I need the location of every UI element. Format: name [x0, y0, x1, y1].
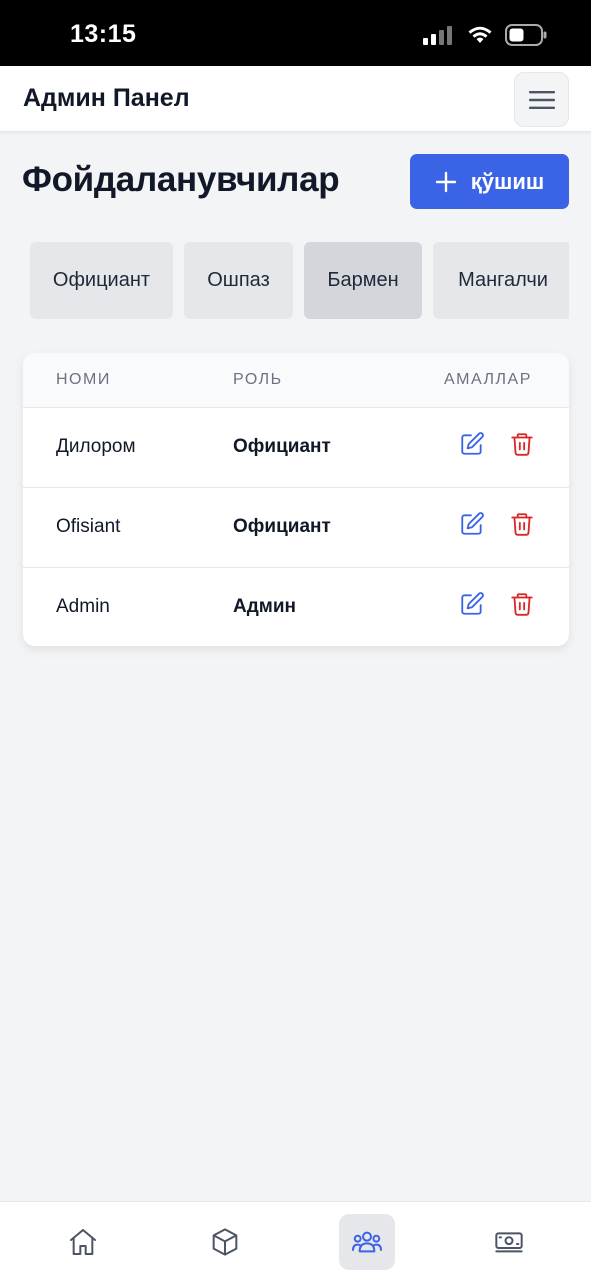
table-row: Ofisiant Официант [23, 488, 569, 568]
signal-icon [423, 26, 452, 45]
delete-button[interactable] [508, 430, 536, 458]
page-title: Фойдаланувчилар [22, 160, 340, 199]
menu-button[interactable] [514, 72, 569, 127]
filter-chip-label: Официант [52, 269, 151, 291]
hamburger-icon [528, 90, 555, 109]
user-name: Дилором [56, 436, 136, 457]
money-icon [495, 1232, 523, 1253]
users-icon [352, 1231, 382, 1253]
column-header-actions: АМАЛЛАР [444, 371, 532, 388]
trash-icon [511, 513, 533, 536]
edit-button[interactable] [458, 590, 486, 618]
delete-button[interactable] [508, 590, 536, 618]
filter-chip-cook[interactable]: Ошпаз [184, 242, 293, 319]
nav-home[interactable] [55, 1214, 111, 1270]
delete-button[interactable] [508, 510, 536, 538]
users-table: НОМИ РОЛЬ АМАЛЛАР Дилором Официант Ofisi… [23, 353, 569, 646]
nav-finance[interactable] [481, 1214, 537, 1270]
battery-icon [505, 24, 547, 46]
role-filter-bar: Официант Ошпаз Бармен Мангалчи [30, 242, 569, 320]
table-row: Дилором Официант [23, 408, 569, 488]
edit-icon [461, 432, 484, 455]
edit-button[interactable] [458, 510, 486, 538]
status-icons [423, 24, 547, 46]
edit-icon [461, 512, 484, 535]
user-role: Официант [233, 436, 331, 457]
app-header: Админ Панел [0, 66, 591, 132]
plus-icon [435, 171, 456, 192]
status-time: 13:15 [70, 20, 137, 48]
trash-icon [511, 433, 533, 456]
filter-chip-bartender[interactable]: Бармен [304, 242, 422, 319]
user-role: Админ [233, 596, 296, 617]
filter-chip-waiter[interactable]: Официант [30, 242, 173, 319]
filter-chip-griller[interactable]: Мангалчи [433, 242, 569, 319]
nav-users[interactable] [339, 1214, 395, 1270]
filter-chip-label: Ошпаз [207, 269, 270, 291]
nav-products[interactable] [197, 1214, 253, 1270]
cube-icon [212, 1228, 238, 1256]
column-header-role: РОЛЬ [233, 371, 283, 388]
add-user-button-label: қўшиш [470, 168, 545, 194]
table-row: Admin Админ [23, 568, 569, 646]
user-name: Ofisiant [56, 516, 121, 537]
wifi-icon [468, 26, 492, 43]
user-role: Официант [233, 516, 331, 537]
status-bar: 13:15 [0, 0, 591, 66]
add-user-button[interactable]: қўшиш [410, 154, 569, 209]
filter-chip-label: Мангалчи [458, 269, 548, 291]
bottom-nav [0, 1201, 591, 1280]
column-header-name: НОМИ [56, 371, 111, 388]
table-header: НОМИ РОЛЬ АМАЛЛАР [23, 353, 569, 408]
trash-icon [511, 593, 533, 616]
home-icon [70, 1229, 96, 1255]
edit-icon [461, 592, 484, 615]
filter-chip-label: Бармен [327, 269, 399, 291]
user-name: Admin [56, 596, 110, 617]
app-title: Админ Панел [23, 84, 190, 112]
edit-button[interactable] [458, 430, 486, 458]
